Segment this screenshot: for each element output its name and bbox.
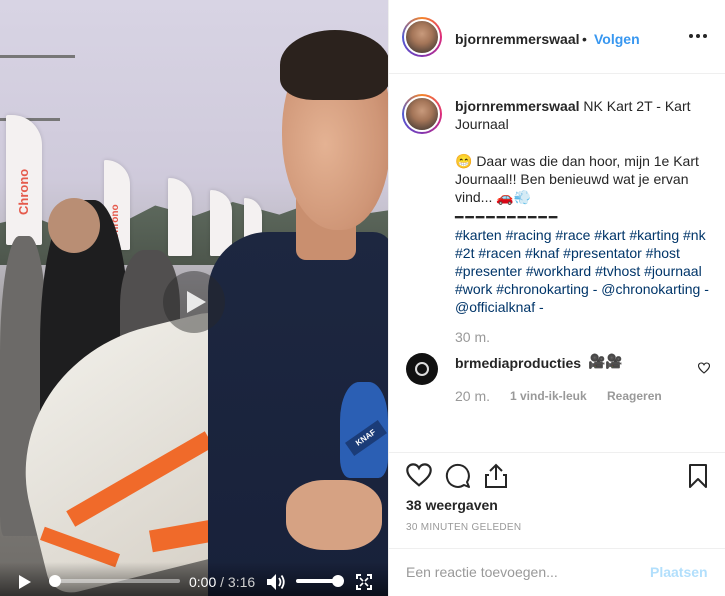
volume-handle[interactable]: [332, 575, 344, 587]
caption-divider: ━━━━━━━━━━: [455, 209, 560, 225]
play-icon[interactable]: [18, 575, 32, 589]
more-dot: [703, 34, 707, 38]
bookmark-icon[interactable]: [688, 463, 708, 489]
comment-input[interactable]: [406, 564, 636, 580]
light-pole: [0, 55, 75, 58]
commenter-avatar[interactable]: [406, 353, 438, 385]
avatar-photo: [404, 96, 440, 132]
caption-hashtags[interactable]: #karten #racing #race #kart #karting #nk…: [455, 226, 711, 316]
video-player[interactable]: Chrono Chrono KNAF 0:00 / 3:16: [0, 0, 388, 596]
post-timestamp: 30 MINUTEN GELEDEN: [406, 522, 522, 533]
caption-avatar[interactable]: [402, 94, 442, 134]
caption-body: 😁 Daar was die dan hoor, mijn 1e Kart Jo…: [455, 153, 699, 205]
commenter-logo: [415, 362, 429, 376]
total-time: 3:16: [227, 574, 256, 590]
more-dot: [696, 34, 700, 38]
comment-bar: Plaatsen: [389, 548, 725, 596]
post-panel: bjornremmerswaal • Volgen bjornremmerswa…: [388, 0, 725, 596]
more-dot: [689, 34, 693, 38]
comment-icon[interactable]: [445, 463, 471, 489]
post-comment-button[interactable]: Plaatsen: [650, 564, 708, 580]
current-time: 0:00: [189, 574, 217, 590]
follow-button[interactable]: Volgen: [594, 31, 640, 47]
comment-timestamp: 20 m.: [455, 388, 491, 404]
progress-bar[interactable]: [52, 579, 180, 583]
presenter-hand: [286, 480, 382, 550]
share-icon[interactable]: [484, 463, 508, 489]
caption-title: bjornremmerswaal NK Kart 2T - Kart Journ…: [455, 97, 709, 133]
comment-like-icon[interactable]: [698, 362, 710, 374]
follow-dot: •: [582, 31, 587, 47]
chrono-flag: [168, 178, 192, 256]
reply-button[interactable]: Reageren: [607, 389, 662, 403]
center-play-button[interactable]: [163, 271, 225, 333]
author-username[interactable]: bjornremmerswaal: [455, 31, 580, 47]
like-icon[interactable]: [406, 463, 432, 487]
comment-text: 🎥🎥: [588, 353, 623, 369]
play-icon: [187, 291, 206, 313]
volume-icon[interactable]: [266, 573, 286, 591]
time-separator: /: [220, 574, 225, 590]
chrono-flag: Chrono: [6, 115, 42, 245]
author-avatar[interactable]: [402, 17, 442, 57]
fullscreen-icon[interactable]: [356, 574, 372, 590]
flag-label: Chrono: [16, 168, 31, 215]
bystander: [48, 198, 100, 253]
comment-username[interactable]: brmediaproducties: [455, 355, 581, 371]
caption-author[interactable]: bjornremmerswaal: [455, 98, 580, 114]
actions-divider: [389, 452, 725, 453]
post-header: bjornremmerswaal • Volgen: [389, 0, 725, 74]
progress-handle[interactable]: [49, 575, 61, 587]
presenter-hair: [280, 30, 388, 100]
time-display: 0:00 / 3:16: [189, 574, 255, 590]
comment-likes[interactable]: 1 vind-ik-leuk: [510, 389, 587, 403]
more-options-icon[interactable]: [689, 34, 707, 38]
view-count[interactable]: 38 weergaven: [406, 497, 498, 513]
caption-timestamp: 30 m.: [455, 329, 491, 345]
avatar-photo: [404, 19, 440, 55]
